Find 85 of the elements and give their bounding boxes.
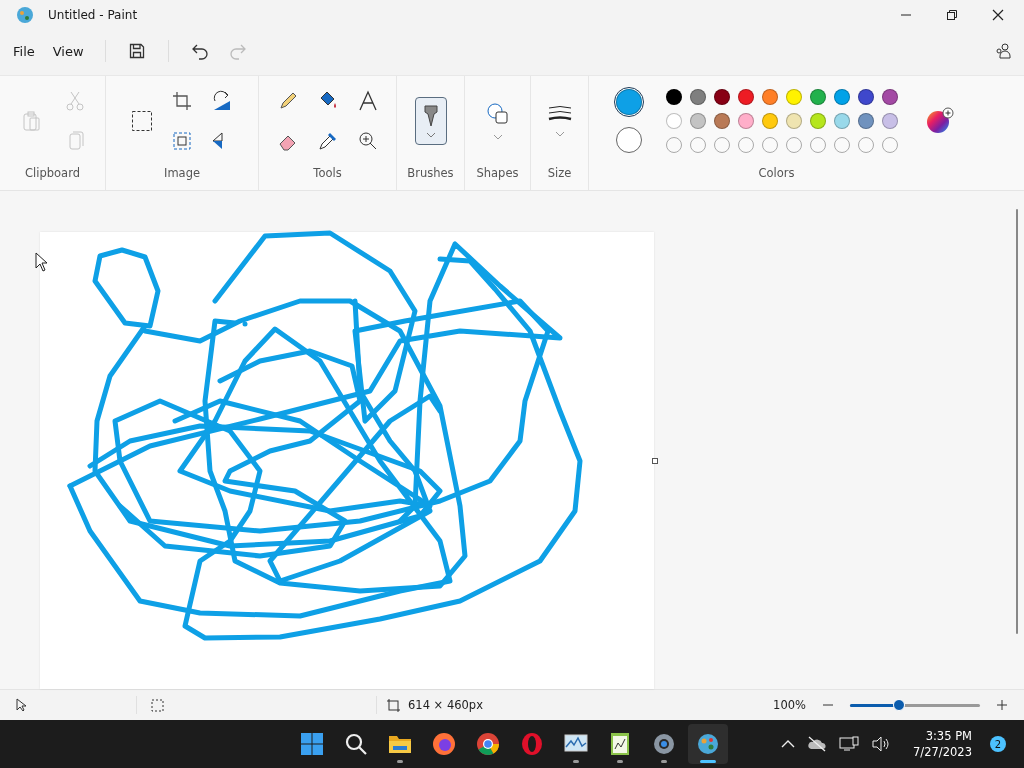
color-swatch[interactable] (809, 89, 826, 105)
canvas-size-text: 614 × 460px (408, 698, 483, 712)
fox-globe-icon[interactable] (431, 731, 457, 757)
color-swatch[interactable] (833, 89, 850, 105)
selection-icon[interactable] (131, 110, 153, 132)
windows-logo-icon[interactable] (299, 731, 325, 757)
group-label: Clipboard (25, 166, 80, 182)
empty-color-slot[interactable] (833, 137, 850, 153)
empty-color-slot[interactable] (713, 137, 730, 153)
empty-color-slot[interactable] (689, 137, 706, 153)
group-label: Tools (313, 166, 342, 182)
magnifier-icon[interactable] (356, 130, 379, 152)
empty-color-slot[interactable] (881, 137, 898, 153)
clock-time[interactable]: 3:35 PM (925, 728, 972, 744)
text-icon[interactable] (356, 90, 379, 112)
color-swatch[interactable] (713, 89, 730, 105)
color-swatch[interactable] (665, 89, 682, 105)
menu-item[interactable]: View (43, 37, 93, 65)
active-app-button[interactable] (688, 724, 728, 764)
restore-icon[interactable] (946, 9, 958, 21)
brush-button[interactable] (414, 97, 447, 145)
selection-size-icon (151, 698, 164, 712)
palette-icon (16, 6, 34, 24)
resize-handle[interactable] (652, 458, 658, 464)
line-width-icon[interactable] (547, 105, 572, 123)
empty-color-slot[interactable] (809, 137, 826, 153)
color-wheel-icon[interactable] (925, 107, 954, 135)
people-icon[interactable] (994, 42, 1012, 60)
chevron-down-icon[interactable] (554, 131, 565, 137)
resize-icon[interactable] (171, 130, 193, 152)
color-picker-icon[interactable] (316, 130, 339, 152)
group-label: Size (547, 166, 572, 182)
color-swatch[interactable] (809, 113, 826, 129)
close-icon[interactable] (992, 9, 1004, 21)
color-swatch[interactable] (713, 113, 730, 129)
color-swatch[interactable] (737, 89, 754, 105)
color-swatch[interactable] (665, 113, 682, 129)
color-swatch[interactable] (737, 113, 754, 129)
empty-color-slot[interactable] (857, 137, 874, 153)
color-swatch[interactable] (881, 113, 898, 129)
gear-icon[interactable] (651, 731, 677, 757)
empty-color-slot[interactable] (785, 137, 802, 153)
group-label: Brushes (407, 166, 454, 182)
color-swatch[interactable] (761, 113, 778, 129)
group-label: Image (164, 166, 200, 182)
browser-icon[interactable] (475, 731, 501, 757)
crop-icon[interactable] (171, 90, 193, 112)
chevron-down-icon[interactable] (492, 134, 503, 140)
notification-count[interactable]: 2 (990, 736, 1006, 752)
color-swatch[interactable] (785, 113, 802, 129)
empty-color-slot[interactable] (737, 137, 754, 153)
chevron-down-icon (425, 132, 436, 138)
menu-item[interactable]: File (4, 37, 44, 65)
search-icon[interactable] (343, 731, 369, 757)
pointer-icon (35, 252, 49, 272)
empty-color-slot[interactable] (665, 137, 682, 153)
group-label: Shapes (476, 166, 519, 182)
empty-color-slot[interactable] (761, 137, 778, 153)
color-swatch[interactable] (857, 113, 874, 129)
network-icon[interactable] (839, 736, 860, 752)
palette-icon[interactable] (695, 731, 721, 757)
cloud-off-icon[interactable] (807, 736, 828, 752)
brush-icon (421, 104, 440, 128)
undo-icon[interactable] (190, 42, 209, 60)
zoom-percent: 100% (773, 698, 806, 712)
color-swatch[interactable] (881, 89, 898, 105)
shapes-icon[interactable] (485, 102, 510, 126)
zoom-in-icon[interactable] (996, 699, 1008, 711)
rotate-icon[interactable] (211, 90, 233, 112)
color-swatch[interactable] (833, 113, 850, 129)
scrollbar[interactable] (1016, 209, 1018, 634)
volume-icon[interactable] (871, 736, 892, 752)
save-icon[interactable] (127, 42, 146, 60)
group-label: Colors (758, 166, 795, 182)
cursor-position-icon (16, 698, 28, 712)
color-swatch[interactable] (689, 89, 706, 105)
letter-o-icon[interactable] (519, 731, 545, 757)
color-swatch[interactable] (689, 113, 706, 129)
color-swatch[interactable] (761, 89, 778, 105)
clock-date[interactable]: 7/27/2023 (913, 744, 972, 760)
canvas-size-icon (387, 698, 400, 712)
window-title: Untitled - Paint (48, 8, 138, 22)
color-swatch[interactable] (785, 89, 802, 105)
color-swatch[interactable] (857, 89, 874, 105)
chevron-up-icon[interactable] (781, 739, 796, 749)
